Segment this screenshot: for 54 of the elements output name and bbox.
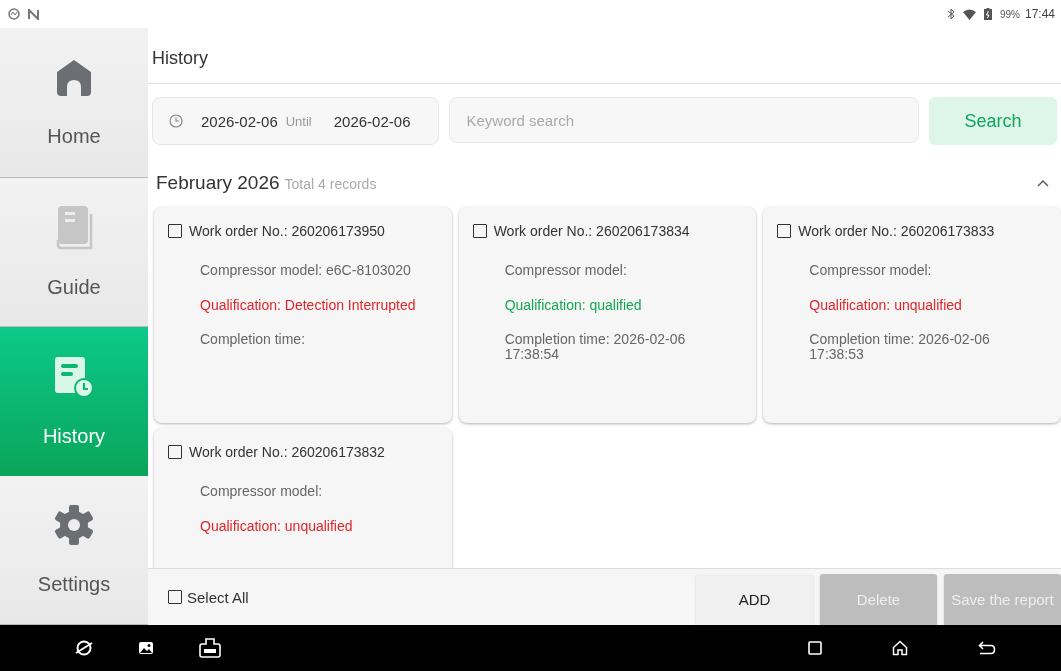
wifi-icon: [962, 8, 976, 20]
settings-icon: [52, 503, 96, 548]
date-range-field[interactable]: 2026-02-06 Until 2026-02-06: [152, 97, 440, 145]
device-icon[interactable]: [199, 638, 221, 658]
until-label: Until: [285, 113, 312, 129]
footer-button[interactable]: ADD: [696, 574, 813, 625]
compressor-model: Compressor model:: [504, 263, 628, 278]
checkbox[interactable]: [472, 224, 487, 238]
record-card[interactable]: Work order No.: 260206173950 Compressor model: e6C-8103020 Qualification: Detection Interrupted Completion time:: [154, 207, 452, 423]
qualification-result: Qualification: unqualified: [200, 518, 354, 534]
keyword-search-field[interactable]: Keyword search: [449, 97, 919, 143]
record-count: Total 4 records: [284, 176, 377, 192]
notification-icon: [8, 8, 20, 20]
work-order-number: Work order No.: 260206173832: [189, 444, 385, 460]
checkbox[interactable]: [777, 224, 792, 238]
clock-icon: [169, 114, 183, 128]
bluetooth-icon: [946, 8, 955, 20]
battery-icon: [983, 8, 992, 20]
work-order-number: Work order No.: 260206173834: [493, 223, 690, 239]
completion-time: Completion time: 2026-02-06 17:38:54: [504, 332, 687, 362]
sidebar-item[interactable]: Settings: [0, 475, 148, 625]
notification-icon: [28, 8, 39, 20]
completion-time: Completion time:: [200, 332, 307, 348]
compressor-model: Compressor model: e6C-8103020: [200, 263, 412, 278]
compressor-model: Compressor model:: [809, 263, 933, 278]
qualification-result: Qualification: qualified: [504, 297, 643, 313]
back-icon[interactable]: [978, 641, 996, 655]
record-card[interactable]: Work order No.: 260206173832 Compressor model: Qualification: unqualified: [154, 428, 452, 568]
collapse-icon[interactable]: [1037, 179, 1049, 187]
work-order-number: Work order No.: 260206173950: [189, 223, 385, 239]
checkbox[interactable]: [168, 445, 182, 459]
page-title: History: [148, 28, 1061, 84]
group-title: February 2026: [156, 172, 280, 194]
record-card[interactable]: Work order No.: 260206173834 Compressor model: Qualification: qualified Completion time: 2026-02-06 17:38:54: [458, 207, 757, 423]
completion-time: Completion time: 2026-02-06 17:38:53: [809, 332, 991, 362]
select-all-checkbox[interactable]: Select All: [168, 588, 249, 606]
start-date: 2026-02-06: [201, 112, 278, 130]
book-icon: [55, 204, 93, 251]
recents-icon[interactable]: [808, 641, 822, 655]
end-date: 2026-02-06: [333, 112, 411, 130]
battery-percent: 99%: [999, 8, 1020, 20]
record-card[interactable]: Work order No.: 260206173833 Compressor model: Qualification: unqualified Completion time: 2026-02-06 17:38:53: [763, 207, 1061, 423]
home-icon[interactable]: [892, 640, 908, 656]
work-order-number: Work order No.: 260206173833: [798, 223, 995, 239]
sidebar-item[interactable]: Guide: [0, 177, 148, 327]
report-clock-icon: [53, 354, 95, 399]
gallery-icon[interactable]: [138, 641, 154, 655]
qualification-result: Qualification: Detection Interrupted: [200, 297, 417, 313]
browser-icon[interactable]: [75, 639, 93, 657]
sidebar-item[interactable]: Home: [0, 28, 148, 178]
compressor-model: Compressor model:: [200, 484, 324, 499]
checkbox[interactable]: [168, 224, 182, 238]
qualification-result: Qualification: unqualified: [809, 297, 963, 313]
clock-time: 17:44: [1024, 7, 1055, 21]
